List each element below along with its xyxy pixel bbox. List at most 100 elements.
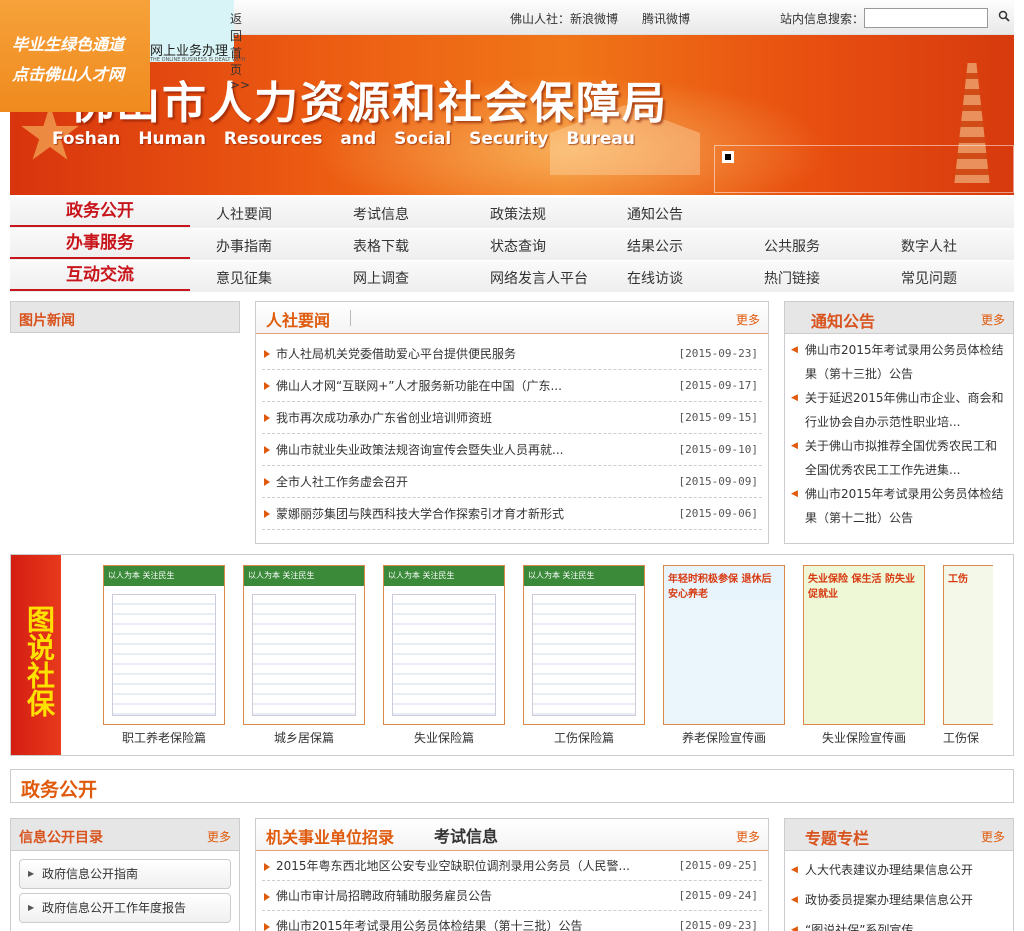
gallery-item[interactable]: 年轻时积极参保 退休后安心养老 养老保险宣传画: [663, 565, 785, 746]
home-link[interactable]: 返回首页>>: [230, 10, 250, 92]
gallery-item[interactable]: 以人为本 关注民生 工伤保险篇: [523, 565, 645, 746]
notice-list: 佛山市2015年考试录用公务员体检结果（第十三批）公告 关于延迟2015年佛山市…: [785, 334, 1013, 530]
nav-category[interactable]: 办事服务: [10, 229, 190, 259]
search-icon[interactable]: [998, 10, 1010, 22]
graduate-line-1: 毕业生绿色通道: [12, 35, 125, 54]
site-title: 佛山市人力资源和社会保障局: [70, 78, 668, 129]
gallery-label: 图说社保: [11, 555, 61, 755]
nav-category[interactable]: 互动交流: [10, 261, 190, 291]
site-title-en: Foshan Human Resources and Social Securi…: [52, 129, 635, 149]
topics-title[interactable]: 专题专栏: [805, 825, 869, 849]
news-item[interactable]: 佛山人才网“互联网+”人才服务新功能在中国（广东... [2015-09-17]: [262, 370, 762, 402]
news-item[interactable]: 我市再次成功承办广东省创业培训师资班 [2015-09-15]: [262, 402, 762, 434]
nav-item[interactable]: 办事指南: [216, 236, 272, 256]
topics-more-link[interactable]: 更多: [981, 828, 1005, 845]
news-item[interactable]: 佛山市就业失业政策法规咨询宣传会暨失业人员再就... [2015-09-10]: [262, 434, 762, 466]
notice-item[interactable]: 关于延迟2015年佛山市企业、商会和行业协会自办示范性职业培...: [791, 386, 1007, 434]
nav-item[interactable]: 政策法规: [490, 204, 546, 224]
info-directory-panel: 信息公开目录 更多 政府信息公开指南 政府信息公开工作年度报告: [10, 818, 240, 931]
nav-item[interactable]: 在线访谈: [627, 268, 683, 288]
recruitment-item[interactable]: 2015年粤东西北地区公安专业空缺职位调剂录用公务员（人民警... [2015-0…: [262, 851, 762, 881]
nav-item[interactable]: 通知公告: [627, 204, 683, 224]
nav-item[interactable]: 数字人社: [901, 236, 957, 256]
slide-control-icon[interactable]: [722, 151, 734, 163]
info-directory-title[interactable]: 信息公开目录: [19, 827, 103, 847]
notice-item[interactable]: 佛山市2015年考试录用公务员体检结果（第十三批）公告: [791, 338, 1007, 386]
nav-row-interaction: 互动交流 意见征集 网上调查 网络发言人平台 在线访谈 热门链接 常见问题: [10, 261, 1014, 293]
poster-tag: 年轻时积极参保 退休后安心养老: [664, 566, 784, 600]
tab-recruitment[interactable]: 机关事业单位招录: [266, 824, 394, 848]
recruitment-tabs: 机关事业单位招录 考试信息 更多: [256, 819, 768, 851]
notice-item[interactable]: 关于佛山市拟推荐全国优秀农民工和全国优秀农民工工作先进集...: [791, 434, 1007, 482]
poster-image: 失业保险 保生活 防失业 促就业: [803, 565, 925, 725]
nav-item[interactable]: 结果公示: [627, 236, 683, 256]
search-input[interactable]: [864, 8, 988, 28]
info-directory-item[interactable]: 政府信息公开指南: [19, 859, 231, 889]
nav-item[interactable]: 人社要闻: [216, 204, 272, 224]
news-title[interactable]: 人社要闻: [266, 307, 330, 331]
topic-item[interactable]: “图说社保”系列宣传: [791, 915, 1007, 931]
poster-image: 工伤: [943, 565, 993, 725]
gallery-item[interactable]: 以人为本 关注民生 失业保险篇: [383, 565, 505, 746]
news-item-date: [2015-09-09]: [678, 475, 758, 488]
recruitment-panel: 机关事业单位招录 考试信息 更多 2015年粤东西北地区公安专业空缺职位调剂录用…: [255, 818, 769, 931]
recruitment-list: 2015年粤东西北地区公安专业空缺职位调剂录用公务员（人民警... [2015-0…: [256, 851, 768, 931]
poster-tag: 失业保险 保生活 防失业 促就业: [804, 566, 924, 600]
topics-header: 专题专栏 更多: [785, 819, 1013, 851]
illustrated-social-security-gallery: 图说社保 以人为本 关注民生 职工养老保险篇 以人为本 关注民生 城乡居保篇 以…: [10, 554, 1014, 756]
gallery-item[interactable]: 以人为本 关注民生 职工养老保险篇: [103, 565, 225, 746]
topic-item[interactable]: 政协委员提案办理结果信息公开: [791, 885, 1007, 915]
news-item-title: 市人社局机关党委借助爱心平台提供便民服务: [276, 347, 517, 361]
recruitment-item-title: 佛山市审计局招聘政府辅助服务雇员公告: [276, 889, 493, 903]
online-business-link[interactable]: 网上业务办理 THE ONLINE BUSINESS IS DEALT WITH…: [150, 0, 250, 92]
nav-item[interactable]: 状态查询: [490, 236, 546, 256]
photo-news-header: 图片新闻: [10, 301, 240, 333]
notice-item[interactable]: 佛山市2015年考试录用公务员体检结果（第十二批）公告: [791, 482, 1007, 530]
section-title: 政务公开: [21, 779, 98, 801]
gallery-item[interactable]: 失业保险 保生活 防失业 促就业 失业保险宣传画: [803, 565, 925, 746]
info-directory-list: 政府信息公开指南 政府信息公开工作年度报告: [11, 851, 239, 923]
recruitment-item-date: [2015-09-24]: [678, 889, 758, 902]
nav-item[interactable]: 网络发言人平台: [490, 268, 588, 288]
photo-news-title[interactable]: 图片新闻: [19, 310, 75, 330]
recruitment-item[interactable]: 佛山市2015年考试录用公务员体检结果（第十三批）公告 [2015-09-23]: [262, 911, 762, 931]
nav-row-services: 办事服务 办事指南 表格下载 状态查询 结果公示 公共服务 数字人社: [10, 229, 1014, 261]
recruitment-more-link[interactable]: 更多: [736, 828, 760, 845]
nav-item[interactable]: 意见征集: [216, 268, 272, 288]
notice-more-link[interactable]: 更多: [981, 311, 1005, 328]
tab-exam-info[interactable]: 考试信息: [434, 823, 498, 847]
weibo-tencent-link[interactable]: 腾讯微博: [642, 10, 690, 27]
nav-item[interactable]: 热门链接: [764, 268, 820, 288]
nav-item[interactable]: 网上调查: [353, 268, 409, 288]
notice-title[interactable]: 通知公告: [811, 308, 875, 332]
gallery-item[interactable]: 以人为本 关注民生 城乡居保篇: [243, 565, 365, 746]
nav-item[interactable]: 公共服务: [764, 236, 820, 256]
weibo-sina-link[interactable]: 佛山人社：新浪微博: [510, 10, 618, 27]
info-directory-more-link[interactable]: 更多: [207, 828, 231, 845]
news-item-date: [2015-09-10]: [678, 443, 758, 456]
banner-frame: [714, 145, 1014, 193]
news-item[interactable]: 蒙娜丽莎集团与陕西科技大学合作探索引才育才新形式 [2015-09-06]: [262, 498, 762, 530]
section-title-bar: 政务公开: [10, 769, 1014, 803]
nav-category[interactable]: 政务公开: [10, 197, 190, 227]
recruitment-item-date: [2015-09-25]: [678, 859, 758, 872]
gallery-item[interactable]: 工伤 工伤保: [943, 565, 993, 746]
recruitment-item[interactable]: 佛山市审计局招聘政府辅助服务雇员公告 [2015-09-24]: [262, 881, 762, 911]
gallery-caption: 职工养老保险篇: [121, 731, 206, 745]
graduate-line-2: 点击佛山人才网: [12, 65, 125, 84]
news-more-link[interactable]: 更多: [736, 311, 760, 328]
info-directory-item[interactable]: 政府信息公开工作年度报告: [19, 893, 231, 923]
poster-image: 年轻时积极参保 退休后安心养老: [663, 565, 785, 725]
gallery-caption: 失业保险宣传画: [821, 731, 906, 745]
nav-item[interactable]: 表格下载: [353, 236, 409, 256]
nav-item[interactable]: 考试信息: [353, 204, 409, 224]
nav-item[interactable]: 常见问题: [901, 268, 957, 288]
poster-image: 以人为本 关注民生: [383, 565, 505, 725]
news-item[interactable]: 市人社局机关党委借助爱心平台提供便民服务 [2015-09-23]: [262, 338, 762, 370]
news-item-title: 佛山人才网“互联网+”人才服务新功能在中国（广东...: [276, 379, 562, 393]
topics-panel: 专题专栏 更多 人大代表建议办理结果信息公开 政协委员提案办理结果信息公开 “图…: [784, 818, 1014, 931]
news-item[interactable]: 全市人社工作务虚会召开 [2015-09-09]: [262, 466, 762, 498]
topic-item[interactable]: 人大代表建议办理结果信息公开: [791, 855, 1007, 885]
news-item-title: 蒙娜丽莎集团与陕西科技大学合作探索引才育才新形式: [276, 507, 565, 521]
graduate-channel-badge[interactable]: 毕业生绿色通道 点击佛山人才网: [0, 0, 150, 112]
